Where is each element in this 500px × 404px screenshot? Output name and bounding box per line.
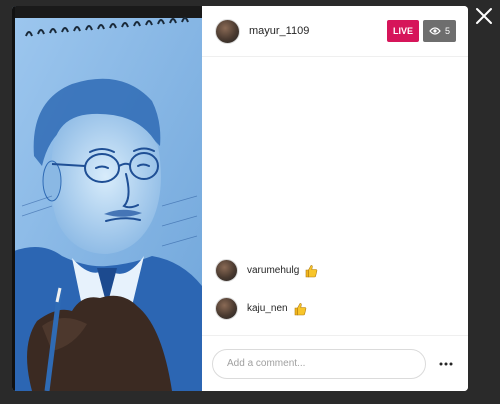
thumbs-up-emoji [305, 264, 318, 277]
sketch-video-image [12, 6, 202, 391]
close-icon [476, 8, 492, 24]
comment-item: kaju_nen [215, 297, 307, 320]
commenter-avatar[interactable] [215, 297, 238, 320]
viewer-count: 5 [444, 26, 450, 36]
thumbs-up-emoji [294, 302, 306, 315]
more-options-icon [439, 362, 453, 365]
comment-list: varumehulg kaju_nen [202, 57, 468, 335]
live-video-frame[interactable] [12, 6, 202, 391]
broadcaster-avatar[interactable] [215, 18, 240, 44]
more-options-button[interactable] [436, 354, 456, 374]
comment-composer [202, 335, 468, 391]
close-button[interactable] [472, 4, 496, 28]
viewer-count-badge: 5 [422, 20, 456, 42]
live-video-modal: mayur_1109 LIVE 5 varumehulg kaju_nen Ad… [12, 6, 468, 391]
live-header: mayur_1109 LIVE 5 [202, 6, 468, 57]
commenter-username[interactable]: varumehulg [247, 265, 299, 276]
commenter-username[interactable]: kaju_nen [247, 303, 288, 314]
commenter-avatar[interactable] [215, 259, 238, 282]
comment-input[interactable] [212, 348, 426, 379]
live-info-panel: mayur_1109 LIVE 5 varumehulg kaju_nen Ad… [202, 6, 468, 391]
eye-icon [429, 27, 441, 35]
live-badge: LIVE [386, 20, 419, 42]
broadcaster-username[interactable]: mayur_1109 [249, 25, 387, 37]
comment-item: varumehulg [215, 259, 318, 282]
